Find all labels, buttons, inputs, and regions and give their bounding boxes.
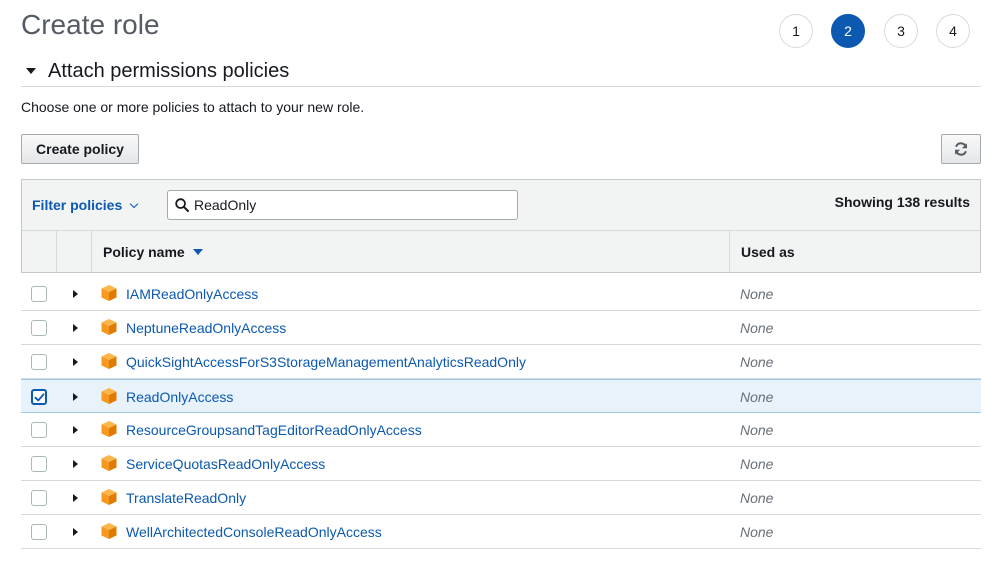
sort-descending-icon (192, 249, 203, 255)
table-row[interactable]: NeptuneReadOnlyAccess None (21, 311, 981, 345)
table-row[interactable]: ReadOnlyAccess None (21, 379, 981, 413)
column-header-used-as: Used as (730, 231, 980, 272)
results-count: Showing 138 results (834, 194, 970, 210)
policy-name-link[interactable]: QuickSightAccessForS3StorageManagementAn… (126, 354, 526, 370)
page-title: Create role (21, 9, 160, 40)
filter-policies-dropdown[interactable]: Filter policies (32, 197, 139, 213)
section-header[interactable]: Attach permissions policies (21, 56, 981, 87)
header-expand-cell (57, 231, 92, 272)
table-header-row: Policy name Used as (22, 231, 980, 272)
used-as-value: None (740, 354, 774, 370)
search-box[interactable] (167, 190, 518, 220)
used-as-value: None (740, 320, 774, 336)
expand-row-icon[interactable] (73, 460, 78, 468)
expand-row-icon[interactable] (73, 426, 78, 434)
row-checkbox[interactable] (31, 456, 47, 472)
aws-managed-policy-icon (101, 388, 117, 404)
row-checkbox[interactable] (31, 389, 47, 405)
column-header-policy-name[interactable]: Policy name (92, 231, 730, 272)
step-4[interactable]: 4 (936, 14, 970, 48)
table-row[interactable]: ServiceQuotasReadOnlyAccess None (21, 447, 981, 481)
table-row[interactable]: IAMReadOnlyAccess None (21, 277, 981, 311)
expand-row-icon[interactable] (73, 393, 78, 401)
policy-name-link[interactable]: ReadOnlyAccess (126, 389, 233, 405)
used-as-value: None (740, 490, 774, 506)
used-as-value: None (740, 456, 774, 472)
used-as-value: None (740, 389, 774, 405)
expand-row-icon[interactable] (73, 358, 78, 366)
expand-row-icon[interactable] (73, 324, 78, 332)
used-as-value: None (740, 286, 774, 302)
filter-bar: Filter policies Showing 138 results (22, 180, 980, 231)
refresh-button[interactable] (941, 134, 981, 164)
section-description: Choose one or more policies to attach to… (21, 99, 365, 115)
section-title: Attach permissions policies (48, 59, 290, 82)
aws-managed-policy-icon (101, 285, 117, 301)
table-row[interactable]: TranslateReadOnly None (21, 481, 981, 515)
caret-down-icon (26, 68, 36, 74)
aws-managed-policy-icon (101, 455, 117, 471)
table-row[interactable]: ResourceGroupsandTagEditorReadOnlyAccess… (21, 413, 981, 447)
aws-managed-policy-icon (101, 489, 117, 505)
policy-name-link[interactable]: ResourceGroupsandTagEditorReadOnlyAccess (126, 422, 422, 438)
step-2[interactable]: 2 (831, 14, 865, 48)
aws-managed-policy-icon (101, 353, 117, 369)
policy-name-header-label: Policy name (103, 244, 185, 260)
create-policy-button[interactable]: Create policy (21, 134, 139, 164)
used-as-value: None (740, 422, 774, 438)
expand-row-icon[interactable] (73, 494, 78, 502)
used-as-header-label: Used as (741, 244, 795, 260)
search-input[interactable] (194, 194, 514, 216)
used-as-value: None (740, 524, 774, 540)
aws-managed-policy-icon (101, 319, 117, 335)
row-checkbox[interactable] (31, 422, 47, 438)
aws-managed-policy-icon (101, 523, 117, 539)
aws-managed-policy-icon (101, 421, 117, 437)
expand-row-icon[interactable] (73, 528, 78, 536)
table-row[interactable]: QuickSightAccessForS3StorageManagementAn… (21, 345, 981, 379)
table-row[interactable]: WellArchitectedConsoleReadOnlyAccess None (21, 515, 981, 549)
row-checkbox[interactable] (31, 354, 47, 370)
policy-name-link[interactable]: NeptuneReadOnlyAccess (126, 320, 286, 336)
expand-row-icon[interactable] (73, 290, 78, 298)
policy-name-link[interactable]: ServiceQuotasReadOnlyAccess (126, 456, 325, 472)
policies-table-body: IAMReadOnlyAccess None NeptuneReadOnlyAcce… (21, 277, 981, 549)
search-icon (175, 198, 189, 212)
policy-name-link[interactable]: IAMReadOnlyAccess (126, 286, 258, 302)
policies-table-header: Filter policies Showing 138 results Poli… (21, 179, 981, 273)
row-checkbox[interactable] (31, 320, 47, 336)
step-3[interactable]: 3 (884, 14, 918, 48)
step-1[interactable]: 1 (779, 14, 813, 48)
policy-name-link[interactable]: WellArchitectedConsoleReadOnlyAccess (126, 524, 382, 540)
header-select-cell (22, 231, 57, 272)
row-checkbox[interactable] (31, 524, 47, 540)
filter-policies-label: Filter policies (32, 197, 123, 213)
row-checkbox[interactable] (31, 490, 47, 506)
row-checkbox[interactable] (31, 286, 47, 302)
chevron-down-icon (130, 199, 139, 208)
check-icon (34, 393, 45, 402)
refresh-icon (955, 142, 967, 156)
policy-name-link[interactable]: TranslateReadOnly (126, 490, 246, 506)
